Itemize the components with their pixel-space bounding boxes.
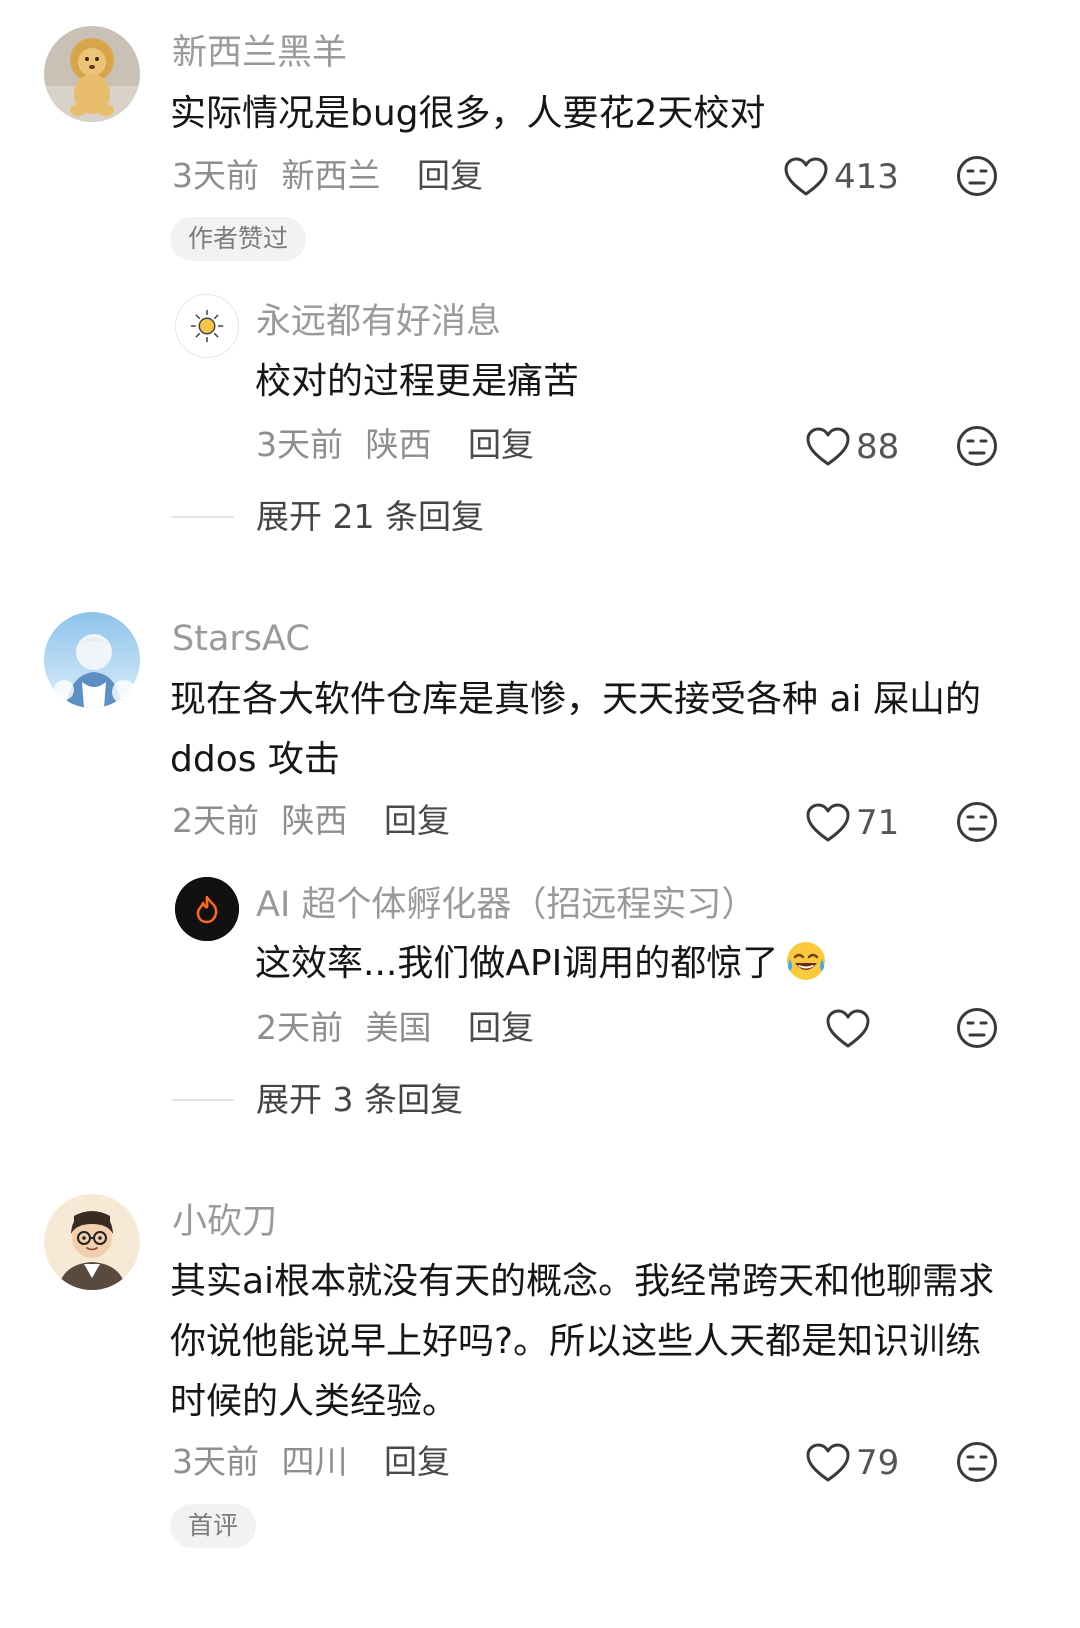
dislike-button[interactable]	[956, 1007, 998, 1049]
comment-location: 四川	[281, 1442, 348, 1481]
reply-text: 校对的过程更是痛苦	[255, 361, 580, 402]
like-button[interactable]: 413	[784, 154, 899, 200]
comment-meta: 2天前 陕西 回复	[172, 804, 450, 837]
comment-time: 3天前	[172, 1442, 259, 1481]
comment-text: 其实ai根本就没有天的概念。我经常跨天和他聊需求你说他能说早上好吗?。所以这些人…	[170, 1261, 995, 1422]
reply-button[interactable]: 回复	[417, 156, 483, 195]
lion-plush-avatar[interactable]	[44, 26, 140, 122]
like-count: 71	[856, 803, 900, 843]
meh-face-icon	[956, 1007, 998, 1049]
comment-time: 2天前	[172, 801, 259, 840]
meh-face-icon	[956, 1441, 998, 1483]
comment-meta: 3天前 新西兰 回复	[172, 159, 483, 192]
heart-outline-icon	[806, 1443, 850, 1483]
first-comment-badge: 首评	[170, 1504, 257, 1548]
cartoon-boy-avatar[interactable]	[44, 1194, 140, 1290]
meh-face-icon	[956, 155, 998, 197]
meh-face-icon	[956, 425, 998, 467]
like-button[interactable]: 79	[806, 1440, 899, 1486]
reply-button[interactable]: 回复	[468, 1008, 534, 1047]
expand-replies-button[interactable]: 展开 3 条回复	[172, 1083, 463, 1116]
divider-line	[172, 1098, 234, 1101]
reply-button[interactable]: 回复	[384, 801, 450, 840]
reply-username[interactable]: AI 超个体孵化器（招远程实习）	[256, 888, 756, 923]
reply-button[interactable]: 回复	[468, 425, 534, 464]
meh-face-icon	[956, 801, 998, 843]
like-count: 88	[856, 427, 900, 467]
dislike-button[interactable]	[956, 1441, 998, 1483]
like-count: 413	[834, 157, 899, 197]
reply-time: 3天前	[256, 425, 343, 464]
expand-replies-label: 展开 21 条回复	[256, 497, 484, 536]
dislike-button[interactable]	[956, 801, 998, 843]
dislike-button[interactable]	[956, 425, 998, 467]
heart-outline-icon	[806, 427, 850, 467]
like-button[interactable]	[826, 1006, 876, 1052]
sun-avatar[interactable]	[175, 294, 239, 358]
expand-replies-label: 展开 3 条回复	[256, 1080, 463, 1119]
comment-meta: 3天前 四川 回复	[172, 1445, 450, 1478]
heart-outline-icon	[806, 803, 850, 843]
comment-text: 实际情况是bug很多，人要花2天校对	[170, 93, 766, 134]
reply-username[interactable]: 永远都有好消息	[256, 305, 501, 340]
like-button[interactable]: 88	[806, 424, 899, 470]
comment-username[interactable]: StarsAC	[172, 622, 310, 657]
comment-location: 陕西	[281, 801, 348, 840]
heart-outline-icon	[784, 157, 828, 197]
like-button[interactable]: 71	[806, 800, 899, 846]
divider-line	[172, 515, 234, 518]
reply-time: 2天前	[256, 1008, 343, 1047]
flame-avatar[interactable]	[175, 877, 239, 941]
like-count: 79	[856, 1443, 900, 1483]
reply-meta: 2天前 美国 回复	[256, 1011, 534, 1044]
reply-text: 这效率...我们做API调用的都惊了	[255, 934, 975, 994]
comment-location: 新西兰	[281, 156, 381, 195]
heart-outline-icon	[826, 1009, 870, 1049]
reply-location: 美国	[365, 1008, 432, 1047]
comment-time: 3天前	[172, 156, 259, 195]
author-liked-badge: 作者赞过	[170, 217, 307, 261]
laughing-tears-emoji	[784, 939, 828, 983]
reply-button[interactable]: 回复	[384, 1442, 450, 1481]
expand-replies-button[interactable]: 展开 21 条回复	[172, 500, 484, 533]
anime-boy-avatar[interactable]	[44, 612, 140, 708]
comment-username[interactable]: 小砍刀	[172, 1205, 277, 1240]
dislike-button[interactable]	[956, 155, 998, 197]
comment-username[interactable]: 新西兰黑羊	[172, 36, 347, 71]
comment-text: 现在各大软件仓库是真惨，天天接受各种 ai 屎山的 ddos 攻击	[170, 679, 981, 780]
reply-meta: 3天前 陕西 回复	[256, 428, 534, 461]
reply-location: 陕西	[365, 425, 432, 464]
reply-text-body: 这效率...我们做API调用的都惊了	[255, 943, 779, 984]
